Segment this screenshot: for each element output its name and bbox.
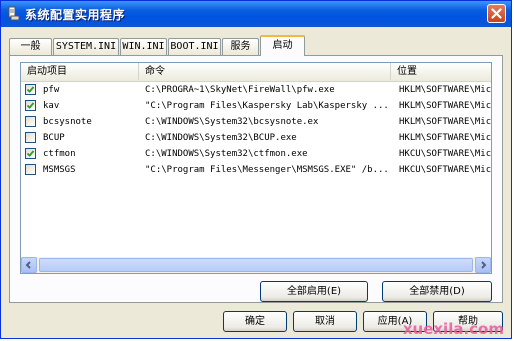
startup-checkbox[interactable] <box>25 132 36 143</box>
ok-button[interactable]: 确定 <box>223 311 287 332</box>
checkmark-icon <box>26 86 35 93</box>
startup-checkbox[interactable] <box>25 116 36 127</box>
list-header: 启动项目 命令 位置 <box>21 63 491 82</box>
tab-system-ini[interactable]: SYSTEM.INI <box>53 38 119 55</box>
watermark-text: xuexila.com <box>402 320 504 338</box>
scroll-thumb[interactable] <box>39 258 473 272</box>
tab-win-ini[interactable]: WIN.INI <box>120 38 167 55</box>
startup-location: HKLM\SOFTWARE\Micr <box>399 101 491 111</box>
startup-command: "C:\Program Files\Messenger\MSMSGS.EXE" … <box>145 165 389 175</box>
checkmark-icon <box>26 150 35 157</box>
column-header-location[interactable]: 位置 <box>391 63 491 80</box>
startup-command: C:\WINDOWS\System32\ctfmon.exe <box>145 149 308 159</box>
table-row[interactable]: bcsysnote C:\WINDOWS\System32\bcsysnote.e… <box>21 115 491 130</box>
startup-item-name: MSMSGS <box>43 165 76 175</box>
table-row[interactable]: ctfmon C:\WINDOWS\System32\ctfmon.exe HKCU… <box>21 147 491 162</box>
startup-item-name: kav <box>43 101 60 111</box>
cancel-button[interactable]: 取消 <box>293 311 357 332</box>
column-header-item[interactable]: 启动项目 <box>21 63 139 80</box>
system-config-window: 系统配置实用程序 一般 SYSTEM.INI WIN.INI BOOT.INI … <box>0 0 512 339</box>
enable-all-button[interactable]: 全部启用(E) <box>260 281 368 302</box>
table-row[interactable]: kav "C:\Program Files\Kaspersky Lab\Kaspe… <box>21 99 491 114</box>
startup-command: C:\WINDOWS\System32\bcsysnote.ex <box>145 117 319 127</box>
table-row[interactable]: BCUP C:\WINDOWS\System32\BCUP.exe HKLM\SOF… <box>21 131 491 146</box>
startup-item-name: bcsysnote <box>43 117 92 127</box>
startup-checkbox[interactable] <box>25 84 36 95</box>
startup-item-name: BCUP <box>43 133 65 143</box>
startup-item-name: ctfmon <box>43 149 76 159</box>
msconfig-app-icon <box>8 6 20 21</box>
window-title: 系统配置实用程序 <box>25 8 126 22</box>
arrow-left-icon <box>25 261 31 269</box>
startup-checkbox[interactable] <box>25 148 36 159</box>
scroll-right-button[interactable] <box>475 257 491 273</box>
startup-list: 启动项目 命令 位置 pfw C:\PROGRA~1\SkyNet\FireWal… <box>20 62 492 274</box>
tab-general[interactable]: 一般 <box>9 38 52 55</box>
tab-startup[interactable]: 启动 <box>260 35 305 56</box>
tab-boot-ini[interactable]: BOOT.INI <box>168 38 221 55</box>
close-button[interactable] <box>487 4 506 23</box>
startup-checkbox[interactable] <box>25 100 36 111</box>
startup-panel: 启动项目 命令 位置 pfw C:\PROGRA~1\SkyNet\FireWal… <box>9 55 503 303</box>
startup-checkbox[interactable] <box>25 164 36 175</box>
arrow-right-icon <box>481 261 487 269</box>
startup-command: C:\WINDOWS\System32\BCUP.exe <box>145 133 297 143</box>
startup-location: HKLM\SOFTWARE\Micr <box>399 133 491 143</box>
tab-services[interactable]: 服务 <box>222 38 259 55</box>
startup-location: HKLM\SOFTWARE\Micr <box>399 85 491 95</box>
scroll-left-button[interactable] <box>21 257 37 273</box>
startup-item-name: pfw <box>43 85 60 95</box>
disable-all-button[interactable]: 全部禁用(D) <box>382 281 492 302</box>
table-row[interactable]: MSMSGS "C:\Program Files\Messenger\MSMSGS… <box>21 163 491 178</box>
title-bar[interactable]: 系统配置实用程序 <box>1 1 511 27</box>
startup-command: C:\PROGRA~1\SkyNet\FireWall\pfw.exe <box>145 85 335 95</box>
column-header-command[interactable]: 命令 <box>139 63 391 80</box>
close-icon <box>491 8 502 19</box>
startup-location: HKCU\SOFTWARE\Micr <box>399 149 491 159</box>
horizontal-scrollbar[interactable] <box>21 257 491 273</box>
table-row[interactable]: pfw C:\PROGRA~1\SkyNet\FireWall\pfw.exe HK… <box>21 83 491 98</box>
startup-command: "C:\Program Files\Kaspersky Lab\Kaspersk… <box>145 101 389 111</box>
startup-location: HKLM\SOFTWARE\Micr <box>399 117 491 127</box>
startup-location: HKCU\SOFTWARE\Micr <box>399 165 491 175</box>
checkmark-icon <box>26 102 35 109</box>
